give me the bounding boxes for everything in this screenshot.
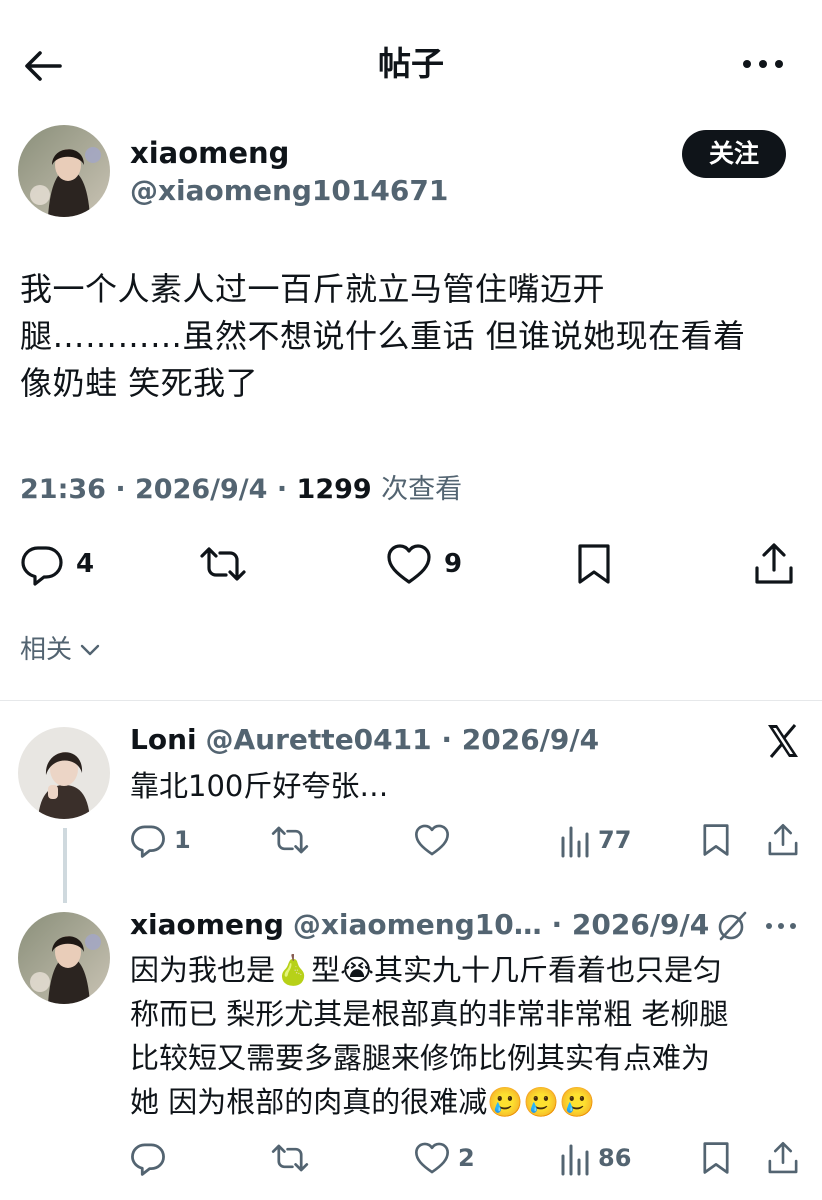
like-button[interactable]: 2 xyxy=(414,1140,475,1176)
author-handle[interactable]: @xiaomeng1014671 xyxy=(130,174,448,208)
post-text-line: 我一个人素人过一百斤就立马管住嘴迈开 xyxy=(20,270,606,308)
reply-text: 靠北100斤好夸张… xyxy=(130,769,389,803)
more-options-icon[interactable] xyxy=(738,44,788,84)
author-name[interactable]: xiaomeng xyxy=(130,136,289,170)
reply-avatar[interactable] xyxy=(18,912,110,1004)
heart-icon xyxy=(415,824,449,856)
retweet-icon xyxy=(200,547,246,581)
view-count: 77 xyxy=(598,826,632,854)
retweet-icon xyxy=(271,826,309,854)
post-date[interactable]: 2026/9/4 xyxy=(135,474,267,505)
like-count: 9 xyxy=(444,549,463,579)
reply-icon xyxy=(21,546,63,586)
reply-text-line: 她 因为根部的肉真的很难减🥲🥲🥲 xyxy=(130,1085,596,1119)
reply-avatar[interactable] xyxy=(18,727,110,819)
reply-author-name[interactable]: xiaomeng xyxy=(130,908,284,941)
follow-button[interactable]: 关注 xyxy=(682,130,786,178)
reply-author-handle[interactable]: @Aurette0411 xyxy=(206,723,432,756)
thread-line xyxy=(63,828,67,903)
reply-date[interactable]: 2026/9/4 xyxy=(572,908,709,941)
view-label: 次查看 xyxy=(381,474,463,505)
reply-header: Loni @Aurette0411 · 2026/9/4 xyxy=(130,723,600,756)
reply-button[interactable] xyxy=(130,1140,166,1176)
reply-author-name[interactable]: Loni xyxy=(130,723,197,756)
bookmark-button[interactable] xyxy=(574,542,614,586)
share-button[interactable] xyxy=(766,1140,800,1176)
share-icon xyxy=(768,1142,798,1174)
view-count: 1299 xyxy=(296,474,372,505)
x-logo-icon xyxy=(764,722,802,760)
post-text: 我一个人素人过一百斤就立马管住嘴迈开 腿…………虽然不想说什么重话 但谁说她现在… xyxy=(20,266,810,407)
post-meta: 21:36 · 2026/9/4 · 1299 次查看 xyxy=(20,474,463,505)
page-title: 帖子 xyxy=(378,44,444,83)
like-button[interactable] xyxy=(414,822,450,858)
reply-text-line: 因为我也是🍐型😭其实九十几斤看着也只是匀 xyxy=(130,953,722,987)
views-button[interactable]: 77 xyxy=(560,822,631,858)
reply-text-line: 比较短又需要多露腿来修饰比例其实有点难为 xyxy=(130,1041,711,1075)
views-button[interactable]: 86 xyxy=(560,1140,631,1176)
heart-icon xyxy=(387,544,431,584)
bookmark-icon xyxy=(703,824,729,856)
share-button[interactable] xyxy=(752,542,796,586)
reply-count: 1 xyxy=(174,826,191,854)
reply-icon xyxy=(131,1143,165,1176)
grok-icon[interactable] xyxy=(716,910,748,942)
reply-button[interactable]: 4 xyxy=(20,542,94,586)
reply-icon xyxy=(131,825,165,858)
views-bar-icon xyxy=(561,1144,589,1176)
view-count: 86 xyxy=(598,1144,632,1172)
bookmark-button[interactable] xyxy=(700,822,732,858)
bookmark-icon xyxy=(703,1142,729,1174)
heart-icon xyxy=(415,1142,449,1174)
post-text-line: 像奶蛙 笑死我了 xyxy=(20,364,259,402)
more-options-icon[interactable] xyxy=(762,912,800,940)
chevron-down-icon xyxy=(80,644,100,656)
divider xyxy=(0,700,822,701)
share-button[interactable] xyxy=(766,822,800,858)
reply-count: 4 xyxy=(76,549,95,579)
views-bar-icon xyxy=(561,826,589,858)
post-time[interactable]: 21:36 xyxy=(20,474,106,505)
share-icon xyxy=(768,824,798,856)
bookmark-button[interactable] xyxy=(700,1140,732,1176)
reply-header: xiaomeng @xiaomeng10… · 2026/9/4 xyxy=(130,908,710,941)
share-icon xyxy=(755,543,793,584)
retweet-button[interactable] xyxy=(198,542,248,586)
reply-text-line: 称而已 梨形尤其是根部真的非常非常粗 老柳腿 xyxy=(130,997,729,1031)
reply-date[interactable]: 2026/9/4 xyxy=(462,723,599,756)
retweet-button[interactable] xyxy=(270,1140,310,1176)
retweet-icon xyxy=(271,1144,309,1172)
like-button[interactable]: 9 xyxy=(386,542,462,586)
related-toggle[interactable]: 相关 xyxy=(20,630,102,670)
retweet-button[interactable] xyxy=(270,822,310,858)
related-label: 相关 xyxy=(20,635,73,665)
reply-button[interactable]: 1 xyxy=(130,822,191,858)
author-avatar[interactable] xyxy=(18,125,110,217)
like-count: 2 xyxy=(458,1144,475,1172)
reply-author-handle[interactable]: @xiaomeng10… xyxy=(293,908,542,941)
post-text-line: 腿…………虽然不想说什么重话 但谁说她现在看着 xyxy=(20,317,746,355)
reply-text: 因为我也是🍐型😭其实九十几斤看着也只是匀 称而已 梨形尤其是根部真的非常非常粗 … xyxy=(130,948,810,1124)
bookmark-icon xyxy=(578,544,610,584)
